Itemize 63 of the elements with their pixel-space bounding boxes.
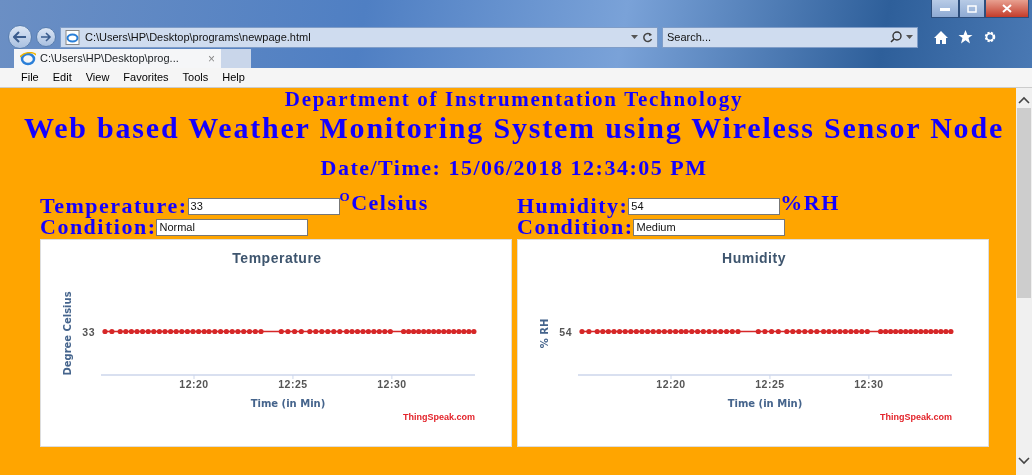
scroll-down-icon[interactable]	[1018, 457, 1030, 465]
field-label: Temperature:	[40, 195, 188, 216]
chart-title: Humidity	[722, 250, 786, 266]
axis-title: Time (in Min)	[727, 398, 803, 409]
chart-title: Temperature	[232, 250, 322, 266]
scrollbar-thumb[interactable]	[1017, 108, 1031, 298]
unit-label: $^{O}$Celsius	[339, 190, 429, 216]
axis-tick-label: 12:30	[854, 378, 884, 390]
minimize-button[interactable]	[931, 0, 959, 18]
axis-tick-label: 12:25	[755, 378, 785, 390]
input-field[interactable]: 54	[628, 198, 781, 215]
forward-button[interactable]	[36, 27, 56, 47]
forward-arrow-icon	[40, 32, 52, 42]
input-field[interactable]: 33	[187, 198, 340, 215]
date-time-text: Date/Time: 15/06/2018 12:34:05 PM	[319, 155, 709, 181]
credit-link[interactable]: ThingSpeak.com	[403, 412, 475, 422]
refresh-icon[interactable]	[642, 31, 653, 43]
axis-tick-label: 12:25	[278, 378, 308, 390]
search-field[interactable]: Search...	[667, 28, 886, 46]
search-bar[interactable]: Search...	[662, 26, 918, 48]
menu-item[interactable]: View	[78, 69, 117, 86]
page-icon	[65, 29, 81, 45]
dropdown-icon[interactable]	[631, 35, 638, 39]
input-field[interactable]: Normal	[156, 219, 309, 236]
menu-item[interactable]: Help	[215, 69, 252, 86]
menu-item[interactable]: File	[14, 69, 46, 86]
department-heading: Department of Instrumentation Technology	[283, 88, 745, 111]
home-icon[interactable]	[934, 30, 948, 44]
maximize-icon	[967, 4, 977, 13]
axis-title: Time (in Min)	[250, 398, 326, 409]
dropdown-icon[interactable]	[906, 35, 913, 39]
browser-icon	[20, 51, 36, 66]
unit-label: %RH	[780, 190, 840, 216]
axis-tick-label: 33	[82, 325, 95, 338]
tab-label: C:\Users\HP\Desktop\prog...	[40, 51, 179, 67]
search-icon[interactable]	[890, 31, 902, 43]
page-title: Web based Weather Monitoring System using Wireless Sensor Node	[23, 111, 1005, 145]
axis-tick-label: 12:20	[179, 378, 209, 390]
scroll-up-icon[interactable]	[1018, 96, 1030, 104]
axis-tick-label: 12:20	[656, 378, 686, 390]
back-button[interactable]	[8, 25, 32, 49]
menu-item[interactable]: Favorites	[116, 69, 176, 86]
close-icon	[1002, 4, 1012, 13]
field-label: Condition:	[40, 216, 157, 237]
close-button[interactable]	[985, 0, 1029, 18]
address-field[interactable]: C:\Users\HP\Desktop\programs\newpage.html	[85, 28, 627, 46]
axis-tick-label: 54	[559, 325, 572, 338]
menu-item[interactable]: Tools	[175, 69, 216, 86]
axis-title: Degree Celsius	[62, 291, 73, 376]
address-bar[interactable]: C:\Users\HP\Desktop\programs\newpage.html	[60, 26, 658, 48]
field-label: Humidity:	[517, 195, 629, 216]
minimize-icon	[940, 6, 950, 11]
input-field[interactable]: Medium	[633, 219, 786, 236]
menu-item[interactable]: Edit	[45, 69, 79, 86]
star-icon[interactable]	[958, 30, 973, 44]
browser-tab[interactable]: C:\Users\HP\Desktop\prog... ×	[14, 49, 221, 68]
back-arrow-icon	[13, 31, 27, 43]
axis-title: % RH	[539, 318, 550, 349]
field-label: Condition:	[517, 216, 634, 237]
settings-icon[interactable]	[983, 30, 997, 44]
maximize-button[interactable]	[959, 0, 985, 18]
axis-tick-label: 12:30	[377, 378, 407, 390]
credit-link[interactable]: ThingSpeak.com	[880, 412, 952, 422]
